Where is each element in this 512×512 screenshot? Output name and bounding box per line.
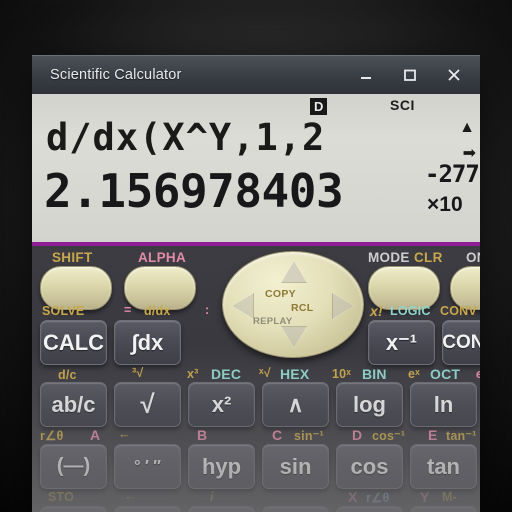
label-bin: BIN bbox=[362, 366, 387, 382]
keypad: SHIFT ALPHA MODE CLR ON COPY RCL REPLAY … bbox=[32, 246, 480, 512]
maximize-icon bbox=[404, 69, 416, 81]
key-dms[interactable]: ° ′ ″ bbox=[114, 444, 181, 489]
label-dec: DEC bbox=[211, 366, 242, 382]
key-hyp[interactable]: hyp bbox=[188, 444, 255, 489]
label-ddx: d/dx bbox=[144, 304, 171, 318]
lcd-display: D SCI d/dx(X^Y,1,2 ▲ ➡ 2.156978403 -277 … bbox=[32, 94, 480, 246]
label-oct: OCT bbox=[430, 366, 461, 382]
label-tenx: 10ˣ bbox=[332, 367, 352, 381]
label-rcl: RCL bbox=[291, 302, 314, 314]
label-dc: d/c bbox=[58, 368, 77, 382]
key-memory-plus[interactable]: M+ bbox=[410, 506, 477, 512]
minimize-button[interactable] bbox=[344, 56, 388, 94]
key-fraction[interactable]: ab/c bbox=[40, 382, 107, 427]
label-i: i bbox=[210, 490, 214, 504]
label-e: e bbox=[476, 367, 480, 381]
label-xroot: ˣ√ bbox=[259, 366, 271, 380]
key-const[interactable]: CONST bbox=[442, 320, 480, 365]
key-power[interactable]: ∧ bbox=[262, 382, 329, 427]
dpad-left-icon[interactable] bbox=[231, 293, 253, 319]
key-close-paren[interactable]: ) bbox=[262, 506, 329, 512]
replay-dpad[interactable]: COPY RCL REPLAY bbox=[222, 251, 364, 358]
label-sto: STO bbox=[48, 490, 75, 504]
key-rcl[interactable]: RCL bbox=[40, 506, 107, 512]
key-tan[interactable]: tan bbox=[410, 444, 477, 489]
key-square[interactable]: x² bbox=[188, 382, 255, 427]
label-clr: CLR bbox=[414, 250, 443, 265]
label-acos: cos⁻¹ bbox=[372, 429, 406, 443]
label-d: D bbox=[352, 427, 363, 443]
label-a: A bbox=[90, 427, 101, 443]
key-integral[interactable]: ∫dx bbox=[114, 320, 181, 365]
label-hex: HEX bbox=[280, 366, 310, 382]
label-mminus: M- bbox=[442, 490, 457, 504]
close-icon bbox=[448, 69, 460, 81]
label-copy: COPY bbox=[265, 288, 296, 300]
label-polar-2: r∠θ bbox=[366, 491, 390, 505]
label-x: X bbox=[348, 489, 358, 505]
lcd-exponent-base: ×10 bbox=[427, 193, 463, 216]
key-sin[interactable]: sin bbox=[262, 444, 329, 489]
key-sqrt[interactable]: √ bbox=[114, 382, 181, 427]
lcd-expression-line: d/dx(X^Y,1,2 bbox=[46, 116, 326, 159]
desktop-background: Scientific Calculator D SCI d/dx(X^Y,1,2… bbox=[0, 0, 512, 512]
label-ex: eˣ bbox=[408, 367, 420, 381]
label-on: ON bbox=[466, 250, 480, 265]
label-equals: = bbox=[124, 303, 132, 317]
key-reciprocal[interactable]: x⁻¹ bbox=[368, 320, 435, 365]
close-button[interactable] bbox=[432, 56, 476, 94]
lcd-result-line: 2.156978403 bbox=[44, 164, 344, 218]
lcd-status-row: D SCI bbox=[32, 97, 480, 117]
maximize-button[interactable] bbox=[388, 56, 432, 94]
key-calc[interactable]: CALC bbox=[40, 320, 107, 365]
key-decimal-point[interactable]: • bbox=[336, 506, 403, 512]
key-log[interactable]: log bbox=[336, 382, 403, 427]
key-ln[interactable]: ln bbox=[410, 382, 477, 427]
label-y: Y bbox=[420, 489, 430, 505]
title-bar: Scientific Calculator bbox=[32, 55, 480, 94]
label-b: B bbox=[197, 427, 208, 443]
label-conv: CONV bbox=[440, 304, 477, 318]
key-open-paren[interactable]: ( bbox=[188, 506, 255, 512]
dpad-up-icon[interactable] bbox=[281, 260, 307, 282]
label-logic: LOGIC bbox=[390, 304, 431, 318]
key-cos[interactable]: cos bbox=[336, 444, 403, 489]
dpad-down-icon[interactable] bbox=[281, 327, 307, 349]
status-badge-d: D bbox=[310, 98, 328, 115]
key-negate[interactable]: (—) bbox=[40, 444, 107, 489]
label-leftarrow-2: ← bbox=[124, 489, 137, 503]
minimize-icon bbox=[361, 77, 371, 79]
scroll-up-icon: ▲ bbox=[459, 119, 475, 136]
window-title: Scientific Calculator bbox=[50, 67, 182, 83]
label-colon: : bbox=[205, 303, 210, 317]
label-alpha: ALPHA bbox=[138, 250, 186, 265]
key-eng[interactable]: ENG bbox=[114, 506, 181, 512]
dpad-right-icon[interactable] bbox=[333, 293, 355, 319]
label-mode: MODE bbox=[368, 250, 410, 265]
label-xcubed: x³ bbox=[187, 367, 199, 381]
label-asin: sin⁻¹ bbox=[294, 429, 324, 443]
label-solve: SOLVE bbox=[42, 304, 85, 318]
status-badge-sci: SCI bbox=[390, 97, 415, 113]
label-cuberoot: ³√ bbox=[132, 366, 144, 380]
label-c: C bbox=[272, 427, 283, 443]
label-leftarrow-1: ← bbox=[118, 427, 131, 441]
label-atan: tan⁻¹ bbox=[446, 429, 477, 443]
label-e-letter: E bbox=[428, 427, 438, 443]
calculator-window: Scientific Calculator D SCI d/dx(X^Y,1,2… bbox=[32, 55, 480, 512]
label-polar: r∠θ bbox=[40, 429, 64, 443]
lcd-exponent-value: -277 bbox=[425, 160, 480, 188]
label-factorial: x! bbox=[370, 303, 383, 319]
label-shift: SHIFT bbox=[52, 250, 93, 265]
label-replay: REPLAY bbox=[253, 316, 293, 327]
